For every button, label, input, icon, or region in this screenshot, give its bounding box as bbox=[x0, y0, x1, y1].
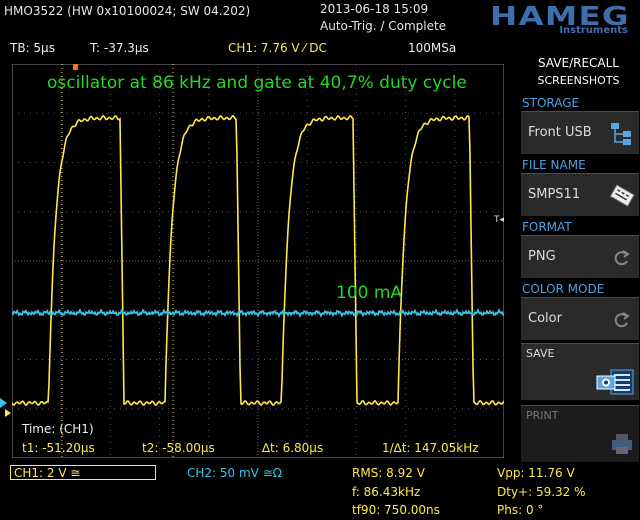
storage-value: Front USB bbox=[528, 125, 592, 140]
trigger-status: Auto-Trig. / Complete bbox=[320, 19, 447, 33]
storage-button[interactable]: Front USB bbox=[521, 111, 639, 154]
ch1-level-marker[interactable] bbox=[5, 409, 11, 417]
usb-tree-icon bbox=[611, 123, 631, 145]
save-label: SAVE bbox=[526, 347, 555, 360]
color-mode-value: Color bbox=[528, 311, 562, 326]
status-bar: HMO3522 (HW 0x10100024; SW 04.202) 2013-… bbox=[0, 0, 640, 38]
color-mode-button[interactable]: Color bbox=[521, 297, 639, 340]
measure-fall-time: tf90: 750.00ns bbox=[352, 503, 440, 517]
print-label: PRINT bbox=[526, 409, 559, 422]
keyboard-icon bbox=[609, 184, 635, 207]
cycle-arrow-icon bbox=[614, 250, 630, 266]
sample-rate: 100MSa bbox=[408, 41, 457, 55]
measure-frequency: f: 86.43kHz bbox=[352, 485, 421, 499]
color-mode-label: COLOR MODE bbox=[522, 282, 605, 296]
annotation-current: 100 mA bbox=[336, 283, 403, 303]
printer-icon bbox=[612, 434, 632, 454]
annotation-title: oscillator at 86 kHz and gate at 40,7% d… bbox=[47, 73, 467, 93]
cursor-time-label: Time: (CH1) bbox=[22, 422, 94, 436]
datetime: 2013-06-18 15:09 bbox=[320, 2, 429, 16]
instrument-model: HMO3522 (HW 0x10100024; SW 04.202) bbox=[4, 4, 251, 18]
ch1-trigger-setting[interactable]: CH1: 7.76 V ⁄ DC bbox=[228, 41, 327, 55]
cycle-arrow-icon bbox=[614, 312, 630, 328]
measure-rms: RMS: 8.92 V bbox=[352, 466, 425, 480]
trigger-time[interactable]: T: -37.3µs bbox=[90, 41, 149, 55]
save-recall-menu: SAVE/RECALL SCREENSHOTS STORAGE Front US… bbox=[517, 52, 640, 520]
trigger-level-marker[interactable]: T◂ bbox=[494, 215, 504, 225]
measure-phase: Phs: 0 ° bbox=[497, 503, 544, 517]
ch1-ground-marker[interactable] bbox=[0, 398, 7, 408]
trigger-position-marker[interactable] bbox=[73, 64, 78, 70]
menu-title: SAVE/RECALL bbox=[538, 56, 619, 70]
ch1-scale-box[interactable]: CH1: 2 V ≅ bbox=[10, 465, 156, 480]
waveform-display[interactable] bbox=[12, 64, 504, 458]
format-button[interactable]: PNG bbox=[521, 235, 639, 278]
save-button[interactable]: SAVE bbox=[521, 343, 639, 400]
file-name-value: SMPS11 bbox=[528, 187, 581, 202]
file-name-button[interactable]: SMPS11 bbox=[521, 173, 639, 216]
menu-subtitle: SCREENSHOTS bbox=[537, 74, 620, 87]
cursor-t1-value: t1: -51.20µs bbox=[22, 441, 95, 455]
storage-label: STORAGE bbox=[522, 96, 580, 110]
measurement-bar: CH1: 2 V ≅ CH2: 50 mV ≅Ω RMS: 8.92 V f: … bbox=[0, 462, 640, 520]
camera-screen-icon bbox=[596, 369, 634, 395]
cursor-t2-value: t2: -58.00µs bbox=[142, 441, 215, 455]
file-name-label: FILE NAME bbox=[522, 158, 586, 172]
hameg-logo: HAMEG Instruments bbox=[452, 2, 634, 36]
format-value: PNG bbox=[528, 249, 556, 264]
measure-vpp: Vpp: 11.76 V bbox=[497, 466, 575, 480]
ch2-scale[interactable]: CH2: 50 mV ≅Ω bbox=[187, 466, 282, 480]
measure-duty: Dty+: 59.32 % bbox=[497, 485, 586, 499]
cursor-delta-value: ∆t: 6.80µs bbox=[262, 441, 324, 455]
logo-subtext: Instruments bbox=[559, 25, 628, 36]
format-label: FORMAT bbox=[522, 220, 572, 234]
cursor-freq-value: 1/∆t: 147.05kHz bbox=[382, 441, 479, 455]
settings-row: TB: 5µs T: -37.3µs CH1: 7.76 V ⁄ DC 100M… bbox=[0, 40, 515, 58]
timebase[interactable]: TB: 5µs bbox=[10, 41, 55, 55]
print-button[interactable]: PRINT bbox=[521, 405, 639, 462]
